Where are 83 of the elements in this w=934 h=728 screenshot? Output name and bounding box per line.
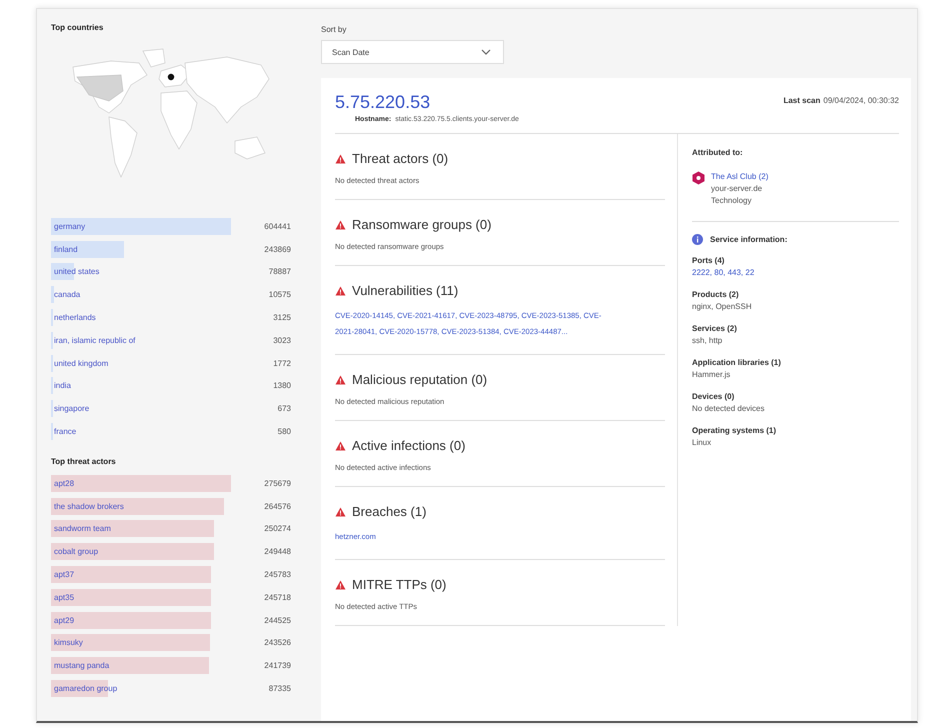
count-text: 275679 <box>263 478 291 488</box>
last-scan-label: Last scan <box>783 96 820 105</box>
side-title: Service information: <box>710 235 788 244</box>
threat-actor-link[interactable]: apt37 <box>51 566 74 584</box>
count-text: 580 <box>276 427 291 436</box>
organization-link[interactable]: The Asl Club (2) <box>711 171 768 183</box>
service-value: ssh, http <box>692 335 724 347</box>
country-link[interactable]: united states <box>51 263 100 280</box>
service-label: Application libraries (1) <box>692 357 782 369</box>
service-label: Products (2) <box>692 289 740 301</box>
threat-actor-link[interactable]: apt29 <box>51 612 74 629</box>
last-scan-text: 09/04/2024, 00:30:32 <box>823 96 899 105</box>
threat-actor-link[interactable]: kimsuky <box>51 634 83 652</box>
warning-icon <box>335 506 346 516</box>
section-title: MITRE TTPs (0) <box>352 577 446 592</box>
count-text: 1772 <box>272 358 291 368</box>
sort-label: Sort by <box>321 25 348 34</box>
hexagon-icon <box>692 171 705 185</box>
side-title: Attributed to: <box>692 148 744 157</box>
section-title: Vulnerabilities (11) <box>352 283 458 298</box>
service-label: Ports (4) <box>692 255 726 267</box>
count-text: 1380 <box>272 381 291 390</box>
service-label: Operating systems (1) <box>692 425 778 437</box>
domain-text: your-server.de <box>711 183 764 195</box>
count-text: 250274 <box>263 524 291 534</box>
chevron-down-icon <box>481 49 491 55</box>
threat-actor-link[interactable]: the shadow brokers <box>51 498 124 515</box>
count-text: 673 <box>276 404 291 414</box>
section-title: Active infections (0) <box>352 438 466 453</box>
panel-title: Top threat actors <box>51 456 117 466</box>
count-text: 244525 <box>263 616 291 625</box>
service-label: Services (2) <box>692 323 738 335</box>
section-title: Malicious reputation (0) <box>352 372 488 387</box>
section-title: Threat actors (0) <box>352 151 448 166</box>
country-link[interactable]: finland <box>51 240 78 258</box>
country-link[interactable]: canada <box>51 286 80 304</box>
count-text: 243869 <box>263 244 291 254</box>
bar-fill <box>51 263 74 280</box>
warning-icon <box>335 154 346 164</box>
count-text: 604441 <box>263 222 291 231</box>
count-text: 243526 <box>263 638 291 648</box>
service-value: No detected devices <box>692 403 766 415</box>
count-text: 10575 <box>268 290 291 300</box>
count-text: 87335 <box>268 684 291 694</box>
count-text: 3125 <box>272 313 291 322</box>
count-text: 245783 <box>263 570 291 580</box>
country-link[interactable]: united kingdom <box>51 354 108 372</box>
warning-icon <box>335 374 346 384</box>
panel-title: Top countries <box>51 23 104 32</box>
count-text: 264576 <box>263 502 291 511</box>
sort-dropdown[interactable]: Scan Date <box>321 40 504 64</box>
country-link[interactable]: france <box>51 423 76 440</box>
count-text: 78887 <box>268 267 291 276</box>
warning-icon <box>335 440 346 450</box>
industry-text: Technology <box>711 195 752 207</box>
threat-actor-link[interactable]: cobalt group <box>51 543 98 560</box>
ports-link[interactable]: 2222, 80, 443, 22 <box>692 267 899 279</box>
bar-fill <box>51 286 54 304</box>
service-value: Hammer.js <box>692 369 732 381</box>
service-value: Linux <box>692 437 712 449</box>
warning-icon <box>335 580 346 590</box>
count-text: 249448 <box>263 547 291 556</box>
service-value: nginx, OpenSSH <box>692 301 753 313</box>
threat-actor-link[interactable]: gamaredon group <box>51 680 118 698</box>
ip-address-link[interactable]: 5.75.220.53 <box>335 92 519 113</box>
country-link[interactable]: singapore <box>51 400 90 418</box>
service-label: Devices (0) <box>692 391 736 403</box>
country-link[interactable]: iran, islamic republic of <box>51 332 136 349</box>
country-link[interactable]: india <box>51 377 71 394</box>
threat-actor-link[interactable]: apt35 <box>51 588 74 606</box>
warning-icon <box>335 220 346 230</box>
section-title: Ransomware groups (0) <box>352 217 492 232</box>
threat-actor-link[interactable]: sandworm team <box>51 520 111 538</box>
section-title: Breaches (1) <box>352 504 426 519</box>
country-link[interactable]: germany <box>51 218 86 235</box>
threat-actor-link[interactable]: apt28 <box>51 474 74 492</box>
info-icon <box>692 234 703 245</box>
threat-actor-link[interactable]: mustang panda <box>51 657 110 674</box>
count-text: 241739 <box>263 661 291 670</box>
count-text: 3023 <box>272 336 291 345</box>
country-link[interactable]: netherlands <box>51 309 96 326</box>
warning-icon <box>335 286 346 296</box>
count-text: 245718 <box>263 592 291 602</box>
